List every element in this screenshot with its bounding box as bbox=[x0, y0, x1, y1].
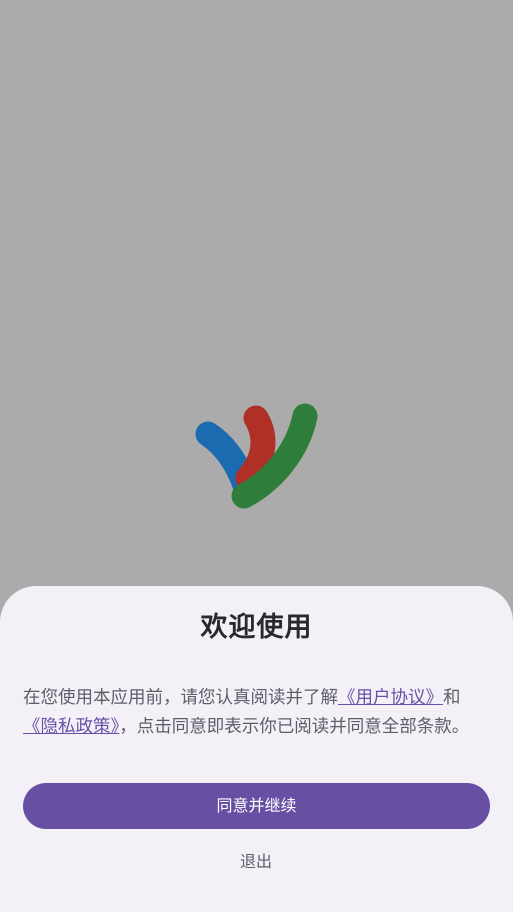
app-logo-icon bbox=[195, 403, 318, 509]
consent-text-prefix: 在您使用本应用前，请您认真阅读并了解 bbox=[23, 688, 338, 708]
consent-text-conjunction: 和 bbox=[443, 688, 461, 708]
privacy-consent-sheet: 欢迎使用 在您使用本应用前，请您认真阅读并了解《用户协议》和《隐私政策》，点击同… bbox=[0, 586, 513, 912]
privacy-policy-link[interactable]: 《隐私政策》 bbox=[23, 717, 119, 737]
dialog-title: 欢迎使用 bbox=[200, 612, 313, 643]
user-agreement-link[interactable]: 《用户协议》 bbox=[338, 688, 443, 708]
agree-and-continue-button[interactable]: 同意并继续 bbox=[23, 783, 490, 829]
consent-text-suffix: ，点击同意即表示你已阅读并同意全部条款。 bbox=[119, 717, 470, 737]
consent-text: 在您使用本应用前，请您认真阅读并了解《用户协议》和《隐私政策》，点击同意即表示你… bbox=[23, 684, 490, 742]
exit-button[interactable]: 退出 bbox=[206, 845, 306, 879]
